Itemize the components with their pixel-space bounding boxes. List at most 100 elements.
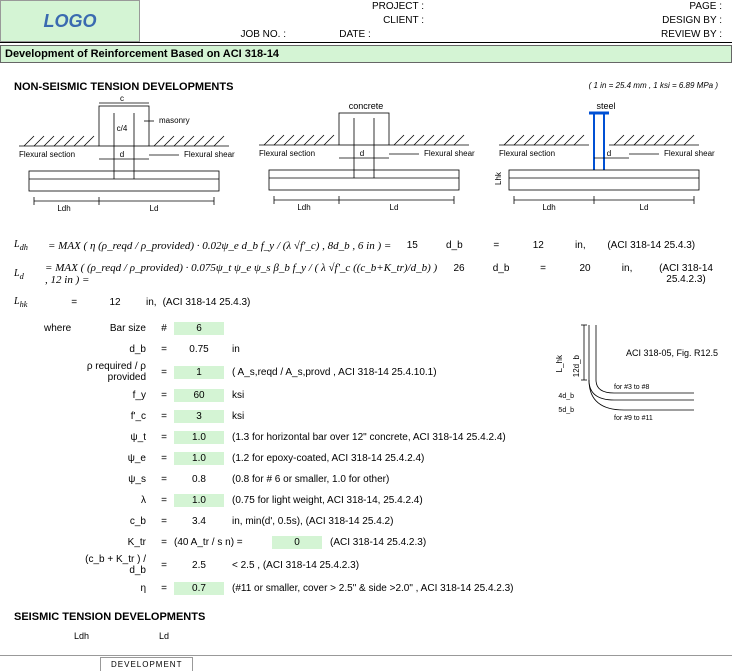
header-right: PAGE : DESIGN BY : REVIEW BY : <box>452 0 732 42</box>
param-input[interactable]: 1.0 <box>174 431 224 444</box>
diagram-masonry: c masonry c/4 d Flexural shear Flexural … <box>14 101 238 219</box>
param-row: K_tr=(40 A_tr / s n) =0(ACI 318-14 25.4.… <box>44 533 718 551</box>
svg-text:Ld: Ld <box>150 204 159 213</box>
param-note: (1.2 for epoxy-coated, ACI 318-14 25.4.2… <box>232 453 718 464</box>
param-label: η <box>84 583 154 594</box>
param-input[interactable]: 1.0 <box>174 452 224 465</box>
svg-text:Ldh: Ldh <box>297 203 310 212</box>
svg-text:Ld: Ld <box>390 203 399 212</box>
svg-text:for #9 to #11: for #9 to #11 <box>614 415 653 422</box>
svg-text:Flexural section: Flexural section <box>259 149 315 158</box>
param-label: ψ_s <box>84 474 154 485</box>
unit-note: ( 1 in = 25.4 mm , 1 ksi = 6.89 MPa ) <box>589 81 718 93</box>
param-label: d_b <box>84 344 154 355</box>
param-label: ψ_t <box>84 432 154 443</box>
title-bar: Development of Reinforcement Based on AC… <box>0 45 732 63</box>
designby-label: DESIGN BY : <box>452 14 722 28</box>
param-row: ψ_e=1.0(1.2 for epoxy-coated, ACI 318-14… <box>44 449 718 467</box>
param-note: (#11 or smaller, cover > 2.5" & side >2.… <box>232 583 718 594</box>
svg-text:c/4: c/4 <box>117 124 128 133</box>
equation-lhk: Lhk = 12 in, (ACI 318-14 25.4.3) <box>14 296 718 309</box>
svg-text:5d_b: 5d_b <box>558 407 574 414</box>
param-input[interactable]: 1 <box>174 366 224 379</box>
diagram-steel-svg: d Flexural shear Flexural section Lhk Ld… <box>494 113 714 215</box>
header-block: LOGO PROJECT : CLIENT : JOB NO. :DATE : … <box>0 0 732 43</box>
equation-ldh: Ldh = MAX ( η (ρ_reqd / ρ_provided) · 0.… <box>14 239 718 252</box>
section-heading-nonseismic: NON-SEISMIC TENSION DEVELOPMENTS ( 1 in … <box>14 81 718 93</box>
svg-text:Flexural section: Flexural section <box>19 150 75 159</box>
param-note: (0.8 for # 6 or smaller, 1.0 for other) <box>232 474 718 485</box>
jobno-label: JOB NO. : <box>148 28 286 42</box>
svg-text:d: d <box>360 149 364 158</box>
sheet-tab[interactable]: DEVELOPMENT <box>100 657 193 671</box>
svg-text:for #3 to #8: for #3 to #8 <box>614 384 650 391</box>
diagram-row: c masonry c/4 d Flexural shear Flexural … <box>14 101 718 219</box>
svg-text:masonry: masonry <box>159 116 190 125</box>
param-note: < 2.5 , (ACI 318-14 25.4.2.3) <box>232 560 718 571</box>
diagram-masonry-svg: c masonry c/4 d Flexural shear Flexural … <box>14 101 234 216</box>
param-input[interactable]: 0 <box>272 536 322 549</box>
sheet-tab-area: DEVELOPMENT <box>0 655 732 672</box>
svg-text:12d_b: 12d_b <box>572 354 581 377</box>
param-label: K_tr <box>84 537 154 548</box>
param-note: (ACI 318-14 25.4.2.3) <box>330 537 718 548</box>
reviewby-label: REVIEW BY : <box>452 28 722 42</box>
param-note: in, min(d', 0.5s), (ACI 318-14 25.4.2) <box>232 516 718 527</box>
param-label: c_b <box>84 516 154 527</box>
param-label: f'_c <box>84 411 154 422</box>
bottom-dimension-labels: Ldh Ld <box>14 631 718 641</box>
p-label: Bar size <box>84 323 154 334</box>
barsize-input[interactable]: 6 <box>174 322 224 335</box>
param-row: (c_b + K_tr ) / d_b=2.5< 2.5 , (ACI 318-… <box>44 554 718 576</box>
section-heading-text: NON-SEISMIC TENSION DEVELOPMENTS <box>14 81 233 93</box>
param-row: η=0.7(#11 or smaller, cover > 2.5" & sid… <box>44 579 718 597</box>
param-label: (c_b + K_tr ) / d_b <box>84 554 154 576</box>
diagram-steel-label: steel <box>494 101 718 111</box>
svg-text:Ldh: Ldh <box>542 203 555 212</box>
param-input[interactable]: 1.0 <box>174 494 224 507</box>
svg-text:c: c <box>120 94 124 103</box>
param-row: ψ_s=0.8(0.8 for # 6 or smaller, 1.0 for … <box>44 470 718 488</box>
hook-figure-ref: ACI 318-05, Fig. R12.5 <box>626 348 718 358</box>
param-input[interactable]: 0.7 <box>174 582 224 595</box>
diagram-concrete-svg: d Flexural shear Flexural section Ldh Ld <box>254 113 474 215</box>
param-row: c_b=3.4in, min(d', 0.5s), (ACI 318-14 25… <box>44 512 718 530</box>
param-input[interactable]: 3 <box>174 410 224 423</box>
equation-ld: Ld = MAX ( (ρ_reqd / ρ_provided) · 0.075… <box>14 262 718 286</box>
diagram-concrete: concrete d Flexural shear Flexural secti… <box>254 101 478 219</box>
svg-text:Ldh: Ldh <box>57 204 70 213</box>
param-label: ρ required / ρ provided <box>84 361 154 383</box>
param-input: 2.5 <box>174 560 224 571</box>
param-input: 0.8 <box>174 474 224 485</box>
date-label: DATE : <box>286 28 424 42</box>
hook-figure: 12d_b L_hk for #3 to #8 for #9 to #11 4d… <box>544 320 714 422</box>
svg-text:Flexural shear: Flexural shear <box>424 149 475 158</box>
project-label: PROJECT : <box>148 0 444 14</box>
logo: LOGO <box>0 0 140 42</box>
svg-text:Flexural shear: Flexural shear <box>184 150 235 159</box>
page-label: PAGE : <box>452 0 722 14</box>
param-note: (0.75 for light weight, ACI 318-14, 25.4… <box>232 495 718 506</box>
param-note: (1.3 for horizontal bar over 12" concret… <box>232 432 718 443</box>
param-input[interactable]: 60 <box>174 389 224 402</box>
client-label: CLIENT : <box>148 14 444 28</box>
svg-text:Flexural section: Flexural section <box>499 149 555 158</box>
diagram-steel: steel d Flexural shear Flexural section … <box>494 101 718 219</box>
param-label: ψ_e <box>84 453 154 464</box>
eq1-formula: = MAX ( η (ρ_reqd / ρ_provided) · 0.02ψ_… <box>48 240 391 252</box>
param-label: f_y <box>84 390 154 401</box>
svg-text:d: d <box>607 149 611 158</box>
param-label: λ <box>84 495 154 506</box>
param-row: λ=1.0(0.75 for light weight, ACI 318-14,… <box>44 491 718 509</box>
header-mid: PROJECT : CLIENT : JOB NO. :DATE : <box>140 0 452 42</box>
svg-text:Flexural shear: Flexural shear <box>664 149 715 158</box>
diagram-concrete-label: concrete <box>254 101 478 111</box>
param-input: 3.4 <box>174 516 224 527</box>
svg-text:Lhk: Lhk <box>494 171 503 185</box>
param-input: 0.75 <box>174 344 224 355</box>
param-row: ψ_t=1.0(1.3 for horizontal bar over 12" … <box>44 428 718 446</box>
eq2-formula: = MAX ( (ρ_reqd / ρ_provided) · 0.075ψ_t… <box>45 262 438 286</box>
svg-text:4d_b: 4d_b <box>558 393 574 400</box>
svg-text:L_hk: L_hk <box>555 354 564 372</box>
svg-text:Ld: Ld <box>640 203 649 212</box>
